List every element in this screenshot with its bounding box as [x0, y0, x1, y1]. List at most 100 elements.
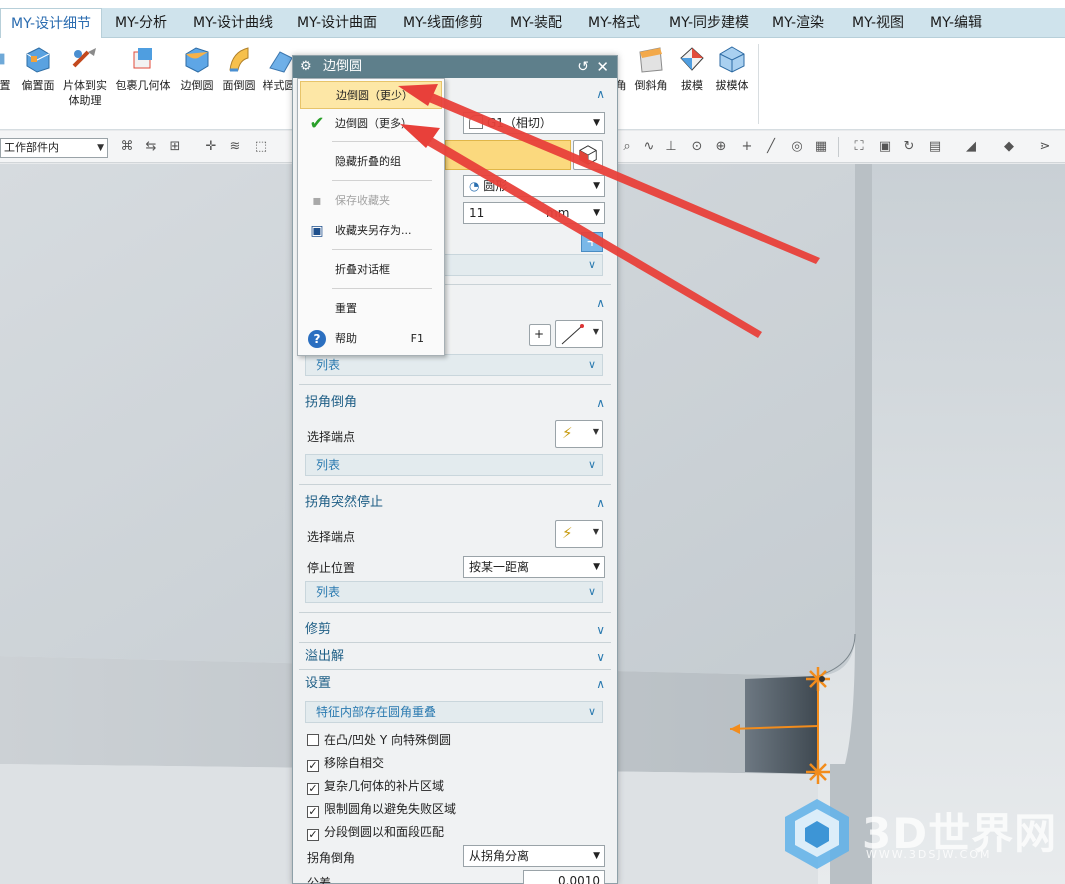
checkbox-label: 限制圆角以避免失败区域 — [324, 802, 457, 816]
spline-icon[interactable]: ∿ — [640, 138, 658, 156]
tab-design-curve[interactable]: MY-设计曲线 — [184, 8, 282, 38]
menu-item-edge-blend-more[interactable]: ✔ 边倒圆（更多） — [300, 110, 442, 138]
tab-sync-modeling[interactable]: MY-同步建模 — [658, 8, 760, 38]
menu-item-hide-collapsed[interactable]: 隐藏折叠的组 — [300, 148, 442, 176]
checkbox-special-y-blend[interactable]: 在凸/凹处 Y 向特殊倒圆 — [307, 731, 451, 748]
ribbon-button-sheet-to-solid[interactable]: 片体到实体助理 — [62, 44, 108, 108]
point-dialog-button[interactable]: + — [529, 324, 551, 346]
crosshair-icon[interactable]: ✛ — [202, 138, 220, 156]
help-icon: ? — [308, 330, 326, 348]
intersection-icon[interactable]: ⊥ — [662, 138, 680, 156]
curve-select-icon[interactable]: ≋ — [226, 138, 244, 156]
gear-icon[interactable]: ⚙ — [300, 56, 312, 78]
select-edge-button[interactable] — [573, 140, 603, 170]
checkbox-box[interactable]: ✓ — [307, 783, 319, 795]
menu-divider — [332, 141, 432, 142]
ribbon-button-chamfer[interactable]: 倒斜角 — [632, 44, 670, 93]
select-point-icon[interactable]: ⊞ — [166, 138, 184, 156]
ribbon-button-draft[interactable]: 拔模 — [676, 44, 708, 93]
radius-input[interactable]: 11 mm ▼ — [463, 202, 605, 224]
image-icon[interactable]: ▣ — [876, 138, 894, 156]
ribbon-button-draft-body[interactable]: 拔模体 — [712, 44, 752, 93]
checkbox-limit-blend[interactable]: ✓ 限制圆角以避免失败区域 — [307, 800, 456, 818]
scope-combo[interactable]: 工作部件内 ▼ — [0, 138, 108, 158]
ribbon-button-wrap-geometry[interactable]: 包裹几何体 — [114, 44, 172, 93]
corner-stop-section-header[interactable]: 拐角突然停止 ∧ — [299, 491, 611, 515]
reset-icon[interactable]: ↺ — [577, 56, 589, 78]
menu-item-help[interactable]: ? 帮助 F1 — [300, 325, 442, 353]
ribbon-button-edge-blend[interactable]: 边倒圆 — [178, 44, 216, 93]
checkbox-box[interactable]: ✓ — [307, 829, 319, 841]
scope-combo-value: 工作部件内 — [4, 141, 59, 154]
point-on-curve-icon[interactable]: + — [738, 138, 756, 156]
tolerance-input[interactable]: 0.0010 — [523, 870, 605, 884]
menu-item-collapse-dialog[interactable]: 折叠对话框 — [300, 256, 442, 284]
tab-assembly[interactable]: MY-装配 — [500, 8, 572, 38]
section-divider — [299, 642, 611, 643]
menu-item-edge-blend-less[interactable]: 边倒圆（更少） — [300, 81, 442, 109]
tab-format[interactable]: MY-格式 — [578, 8, 650, 38]
chevron-up-icon: ∧ — [596, 396, 605, 410]
stop-position-combo[interactable]: 按某一距离 ▼ — [463, 556, 605, 578]
variable-radius-list-bar[interactable]: 列表 ∨ — [305, 354, 603, 376]
menu-item-save-favorites-as[interactable]: ▣ 收藏夹另存为... — [300, 217, 442, 245]
more-tools-icon[interactable]: ⋗ — [1036, 138, 1054, 156]
paint-icon[interactable]: ◢ — [962, 138, 980, 156]
section-divider — [299, 484, 611, 485]
overflow-section-header[interactable]: 溢出解 ∨ — [299, 645, 611, 669]
filter-icon[interactable]: ⇆ — [142, 138, 160, 156]
menu-item-reset[interactable]: 重置 — [300, 295, 442, 323]
chevron-down-icon: ▼ — [593, 118, 600, 128]
corner-chamfer-list-bar[interactable]: 列表 ∨ — [305, 454, 603, 476]
select-endpoint-button[interactable]: ⚡ ▼ — [555, 520, 603, 548]
checkbox-box[interactable]: ✓ — [307, 760, 319, 772]
center-point-icon[interactable]: ⊙ — [688, 138, 706, 156]
render-style-icon[interactable]: ◆ — [1000, 138, 1018, 156]
fit-view-icon[interactable]: ⛶ — [850, 138, 868, 156]
point-type-button[interactable]: ▼ — [555, 320, 603, 348]
line-snap-icon[interactable]: ╱ — [762, 138, 780, 156]
rotate-icon[interactable]: ↻ — [900, 138, 918, 156]
wrap-geometry-icon — [133, 48, 152, 69]
tab-design-detail[interactable]: MY-设计细节 — [0, 8, 102, 38]
tab-view[interactable]: MY-视图 — [842, 8, 914, 38]
checkbox-remove-self-intersect[interactable]: ✓ 移除自相交 — [307, 754, 384, 772]
tab-design-surface[interactable]: MY-设计曲面 — [288, 8, 386, 38]
checkbox-box[interactable] — [307, 734, 319, 746]
chevron-down-icon: ▼ — [593, 851, 600, 861]
chevron-down-icon: ▼ — [97, 143, 104, 153]
corner-chamfer-combo[interactable]: 从拐角分离 ▼ — [463, 845, 605, 867]
ribbon-button-style-blend[interactable]: 样式圆 — [262, 44, 296, 93]
snap-icon[interactable]: ⌘ — [118, 138, 136, 156]
zoom-icon[interactable]: ⌕ — [618, 138, 636, 156]
shape-combo[interactable]: ◔ 圆形 ▼ — [463, 175, 605, 197]
settings-section-header[interactable]: 设置 ∧ — [299, 672, 611, 696]
layout-icon[interactable]: ▤ — [926, 138, 944, 156]
select-edge-highlight[interactable] — [445, 140, 571, 170]
dialog-title-bar[interactable]: ⚙ 边倒圆 ↺ ✕ — [293, 56, 617, 78]
ribbon-button-offset-face[interactable]: 偏置面 — [18, 44, 58, 93]
select-endpoint-button[interactable]: ⚡ ▼ — [555, 420, 603, 448]
tab-render[interactable]: MY-渲染 — [764, 8, 832, 38]
corner-chamfer-value: 从拐角分离 — [469, 849, 530, 863]
face-point-icon[interactable]: ◎ — [788, 138, 806, 156]
corner-stop-list-bar[interactable]: 列表 ∨ — [305, 581, 603, 603]
close-icon[interactable]: ✕ — [596, 56, 609, 78]
tab-analysis[interactable]: MY-分析 — [104, 8, 178, 38]
trim-section-header[interactable]: 修剪 ∨ — [299, 618, 611, 642]
add-set-button[interactable]: + — [581, 232, 603, 252]
ribbon-button-face-blend[interactable]: 面倒圆 — [220, 44, 258, 93]
box-select-icon[interactable]: ⬚ — [252, 138, 270, 156]
tab-edit[interactable]: MY-编辑 — [920, 8, 992, 38]
quadrant-point-icon[interactable]: ⊕ — [712, 138, 730, 156]
tab-wireframe-trim[interactable]: MY-线面修剪 — [392, 8, 494, 38]
ribbon-button-placement[interactable]: 置 — [0, 44, 14, 93]
checkbox-segment-blend[interactable]: ✓ 分段倒圆以和面段匹配 — [307, 823, 444, 841]
continuity-combo[interactable]: G1（相切） ▼ — [463, 112, 605, 134]
corner-chamfer-section-header[interactable]: 拐角倒角 ∧ — [299, 391, 611, 415]
grid-icon[interactable]: ▦ — [812, 138, 830, 156]
checkbox-box[interactable]: ✓ — [307, 806, 319, 818]
overlap-combo[interactable]: 特征内部存在圆角重叠 ∨ — [305, 701, 603, 723]
chevron-down-icon: ▼ — [592, 327, 599, 336]
checkbox-patch-complex[interactable]: ✓ 复杂几何体的补片区域 — [307, 777, 444, 795]
